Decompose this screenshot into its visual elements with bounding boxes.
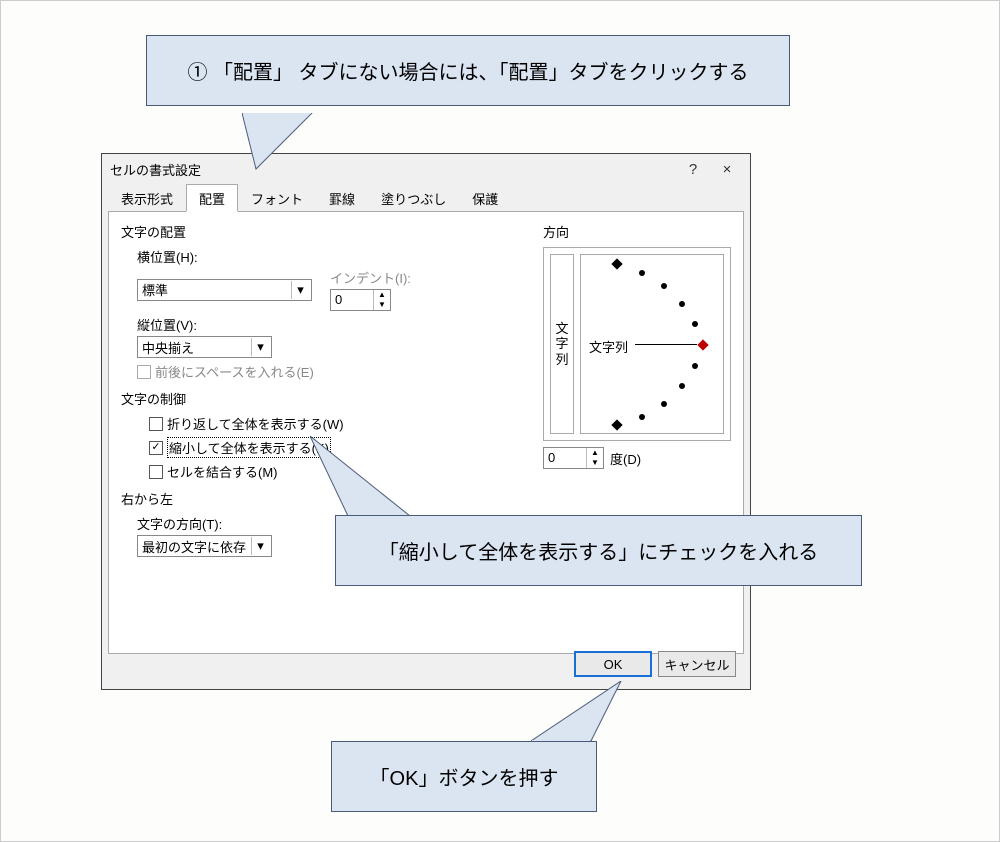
orientation-vertical-button[interactable]: 文字列 xyxy=(550,254,574,434)
spinner-indent-value: 0 xyxy=(331,290,373,310)
label-indent: インデント(I): xyxy=(330,268,411,287)
tab-page-alignment: 文字の配置 横位置(H): 標準 ▾ インデント(I): 0 ▲▼ xyxy=(108,212,744,654)
callout-text: 「OK」ボタンを押す xyxy=(370,768,559,790)
callout-step3: 「OK」ボタンを押す xyxy=(331,741,597,812)
dial-dot xyxy=(692,363,698,369)
select-vertical-value: 中央揃え xyxy=(142,338,194,357)
checkbox-box: ✓ xyxy=(149,441,163,455)
dial-dot xyxy=(661,401,667,407)
tab-alignment[interactable]: 配置 xyxy=(186,184,238,212)
tab-strip: 表示形式 配置 フォント 罫線 塗りつぶし 保護 xyxy=(102,184,750,212)
dial-dot xyxy=(639,414,645,420)
select-horizontal[interactable]: 標準 ▾ xyxy=(137,279,312,301)
dial-dot xyxy=(679,383,685,389)
spinner-degrees-value: 0 xyxy=(544,448,586,468)
titlebar: セルの書式設定 ? × xyxy=(102,154,750,184)
dialog-title: セルの書式設定 xyxy=(110,160,676,179)
cancel-button[interactable]: キャンセル xyxy=(658,651,736,677)
select-horizontal-value: 標準 xyxy=(142,280,168,299)
tab-fill[interactable]: 塗りつぶし xyxy=(368,184,459,212)
orientation-inline-text: 文字列 xyxy=(589,337,628,356)
callout-step2: 「縮小して全体を表示する」にチェックを入れる xyxy=(335,515,862,586)
checkbox-box xyxy=(149,465,163,479)
spinner-up-icon[interactable]: ▲ xyxy=(587,448,603,458)
chevron-down-icon: ▾ xyxy=(291,281,309,299)
label-degrees: 度(D) xyxy=(610,449,641,468)
select-vertical[interactable]: 中央揃え ▾ xyxy=(137,336,272,358)
dial-dot xyxy=(692,321,698,327)
checkbox-label: 前後にスペースを入れる(E) xyxy=(155,362,314,381)
checkbox-box xyxy=(149,417,163,431)
dial-marker xyxy=(611,419,622,430)
label-orientation: 方向 xyxy=(543,222,731,241)
dial-indicator xyxy=(697,339,708,350)
tab-border[interactable]: 罫線 xyxy=(316,184,368,212)
checkbox-box xyxy=(137,365,151,379)
orientation-dial[interactable]: 文字列 xyxy=(580,254,724,434)
orientation-line xyxy=(635,344,697,345)
select-text-direction[interactable]: 最初の文字に依存 ▾ xyxy=(137,535,272,557)
dial-marker xyxy=(611,258,622,269)
dial-dot xyxy=(679,301,685,307)
callout-tail-1 xyxy=(242,113,362,173)
instruction-canvas: ① 「配置」 タブにない場合には、「配置」タブをクリックする セルの書式設定 ?… xyxy=(0,0,1000,842)
tab-protection[interactable]: 保護 xyxy=(459,184,511,212)
spinner-indent[interactable]: 0 ▲▼ xyxy=(330,289,391,311)
checkbox-label: 縮小して全体を表示する(K) xyxy=(167,437,331,458)
checkbox-label: 折り返して全体を表示する(W) xyxy=(167,414,344,433)
group-orientation: 方向 文字列 xyxy=(543,222,731,469)
tab-font[interactable]: フォント xyxy=(238,184,316,212)
checkbox-label: セルを結合する(M) xyxy=(167,462,278,481)
spinner-degrees[interactable]: 0 ▲▼ xyxy=(543,447,604,469)
select-text-direction-value: 最初の文字に依存 xyxy=(142,537,246,556)
tab-number-format[interactable]: 表示形式 xyxy=(108,184,186,212)
format-cells-dialog: セルの書式設定 ? × 表示形式 配置 フォント 罫線 塗りつぶし 保護 文字の… xyxy=(101,153,751,690)
orientation-box: 文字列 文字列 xyxy=(543,247,731,441)
callout-text: ① 「配置」 タブにない場合には、「配置」タブをクリックする xyxy=(187,62,748,84)
spinner-down-icon[interactable]: ▼ xyxy=(587,458,603,468)
help-button[interactable]: ? xyxy=(676,157,710,181)
dialog-buttons: OK キャンセル xyxy=(574,651,736,677)
dial-dot xyxy=(639,270,645,276)
spinner-down-icon[interactable]: ▼ xyxy=(374,300,390,310)
ok-button[interactable]: OK xyxy=(574,651,652,677)
spinner-up-icon[interactable]: ▲ xyxy=(374,290,390,300)
callout-step1: ① 「配置」 タブにない場合には、「配置」タブをクリックする xyxy=(146,35,790,106)
dial-dot xyxy=(661,283,667,289)
close-button[interactable]: × xyxy=(710,157,744,181)
callout-text: 「縮小して全体を表示する」にチェックを入れる xyxy=(379,542,818,564)
chevron-down-icon: ▾ xyxy=(251,537,269,555)
chevron-down-icon: ▾ xyxy=(251,338,269,356)
